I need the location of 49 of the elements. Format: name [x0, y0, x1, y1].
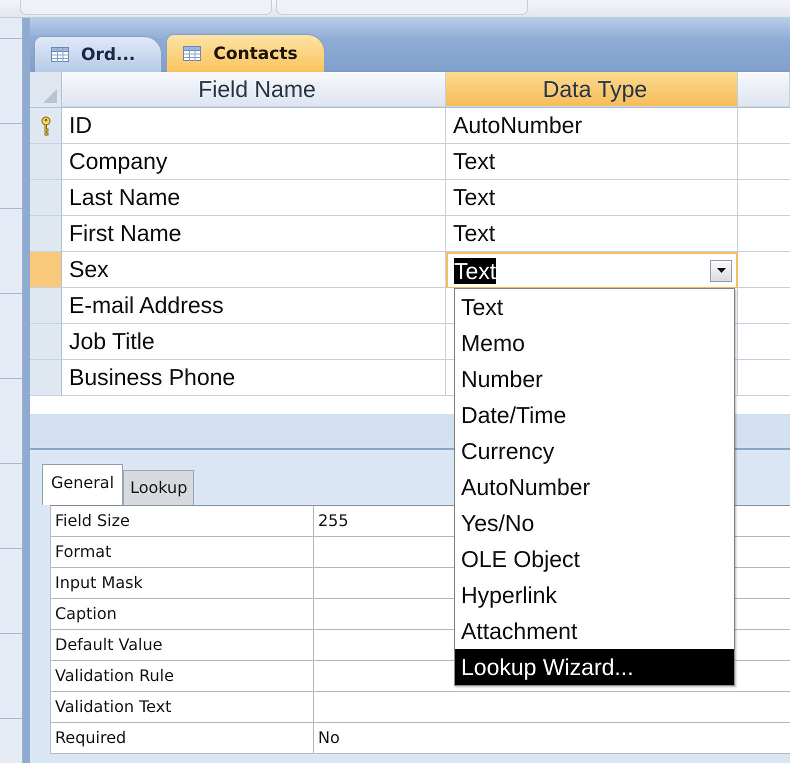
data-type-option[interactable]: Hyperlink	[455, 577, 734, 613]
data-type-option[interactable]: AutoNumber	[455, 469, 734, 505]
ribbon-tab[interactable]	[20, 0, 272, 15]
field-name-cell[interactable]: First Name	[62, 216, 446, 252]
data-type-cell[interactable]: Text	[446, 216, 738, 252]
property-label: Format	[50, 537, 313, 567]
table-icon	[183, 46, 202, 61]
data-type-option[interactable]: Lookup Wizard...	[455, 649, 734, 685]
dropdown-button[interactable]	[710, 260, 732, 282]
property-value[interactable]: 255	[318, 511, 349, 530]
property-label: Validation Rule	[50, 661, 313, 691]
property-tab[interactable]: Lookup	[123, 470, 194, 505]
field-name-cell[interactable]: Sex	[62, 252, 446, 288]
data-type-option[interactable]: Yes/No	[455, 505, 734, 541]
field-name-cell[interactable]: Last Name	[62, 180, 446, 216]
table-icon	[51, 47, 69, 62]
data-type-option[interactable]: Currency	[455, 433, 734, 469]
column-header: Data Type	[446, 72, 738, 107]
property-value[interactable]: No	[318, 728, 340, 747]
field-name-cell[interactable]: ID	[62, 108, 446, 144]
data-type-cell[interactable]: Text	[446, 180, 738, 216]
data-type-option[interactable]: Attachment	[455, 613, 734, 649]
property-label: Field Size	[50, 506, 313, 536]
data-type-option[interactable]: OLE Object	[455, 541, 734, 577]
caret-icon	[716, 268, 726, 273]
field-name-cell[interactable]: Business Phone	[62, 360, 446, 396]
data-type-option[interactable]: Text	[455, 289, 734, 325]
property-label: Input Mask	[50, 568, 313, 598]
select-all-icon[interactable]	[43, 89, 57, 103]
key-icon	[40, 116, 52, 136]
data-type-option[interactable]: Date/Time	[455, 397, 734, 433]
data-type-option[interactable]: Memo	[455, 325, 734, 361]
data-type-cell[interactable]: Text	[446, 144, 738, 180]
field-name-cell[interactable]: E-mail Address	[62, 288, 446, 324]
property-label: Required	[50, 723, 313, 753]
document-tab[interactable]: Contacts	[166, 34, 325, 72]
ribbon-tab[interactable]	[276, 0, 528, 15]
data-type-option[interactable]: Number	[455, 361, 734, 397]
property-label: Default Value	[50, 630, 313, 660]
document-tab[interactable]: Ord...	[34, 36, 162, 72]
row-selector[interactable]	[30, 108, 62, 144]
field-name-cell[interactable]: Company	[62, 144, 446, 180]
field-name-cell[interactable]: Job Title	[62, 324, 446, 360]
data-type-cell[interactable]: AutoNumber	[446, 108, 738, 144]
property-label: Validation Text	[50, 692, 313, 722]
column-header: Field Name	[62, 72, 446, 107]
property-label: Caption	[50, 599, 313, 629]
column-header	[738, 72, 790, 107]
property-tab[interactable]: General	[42, 464, 124, 505]
